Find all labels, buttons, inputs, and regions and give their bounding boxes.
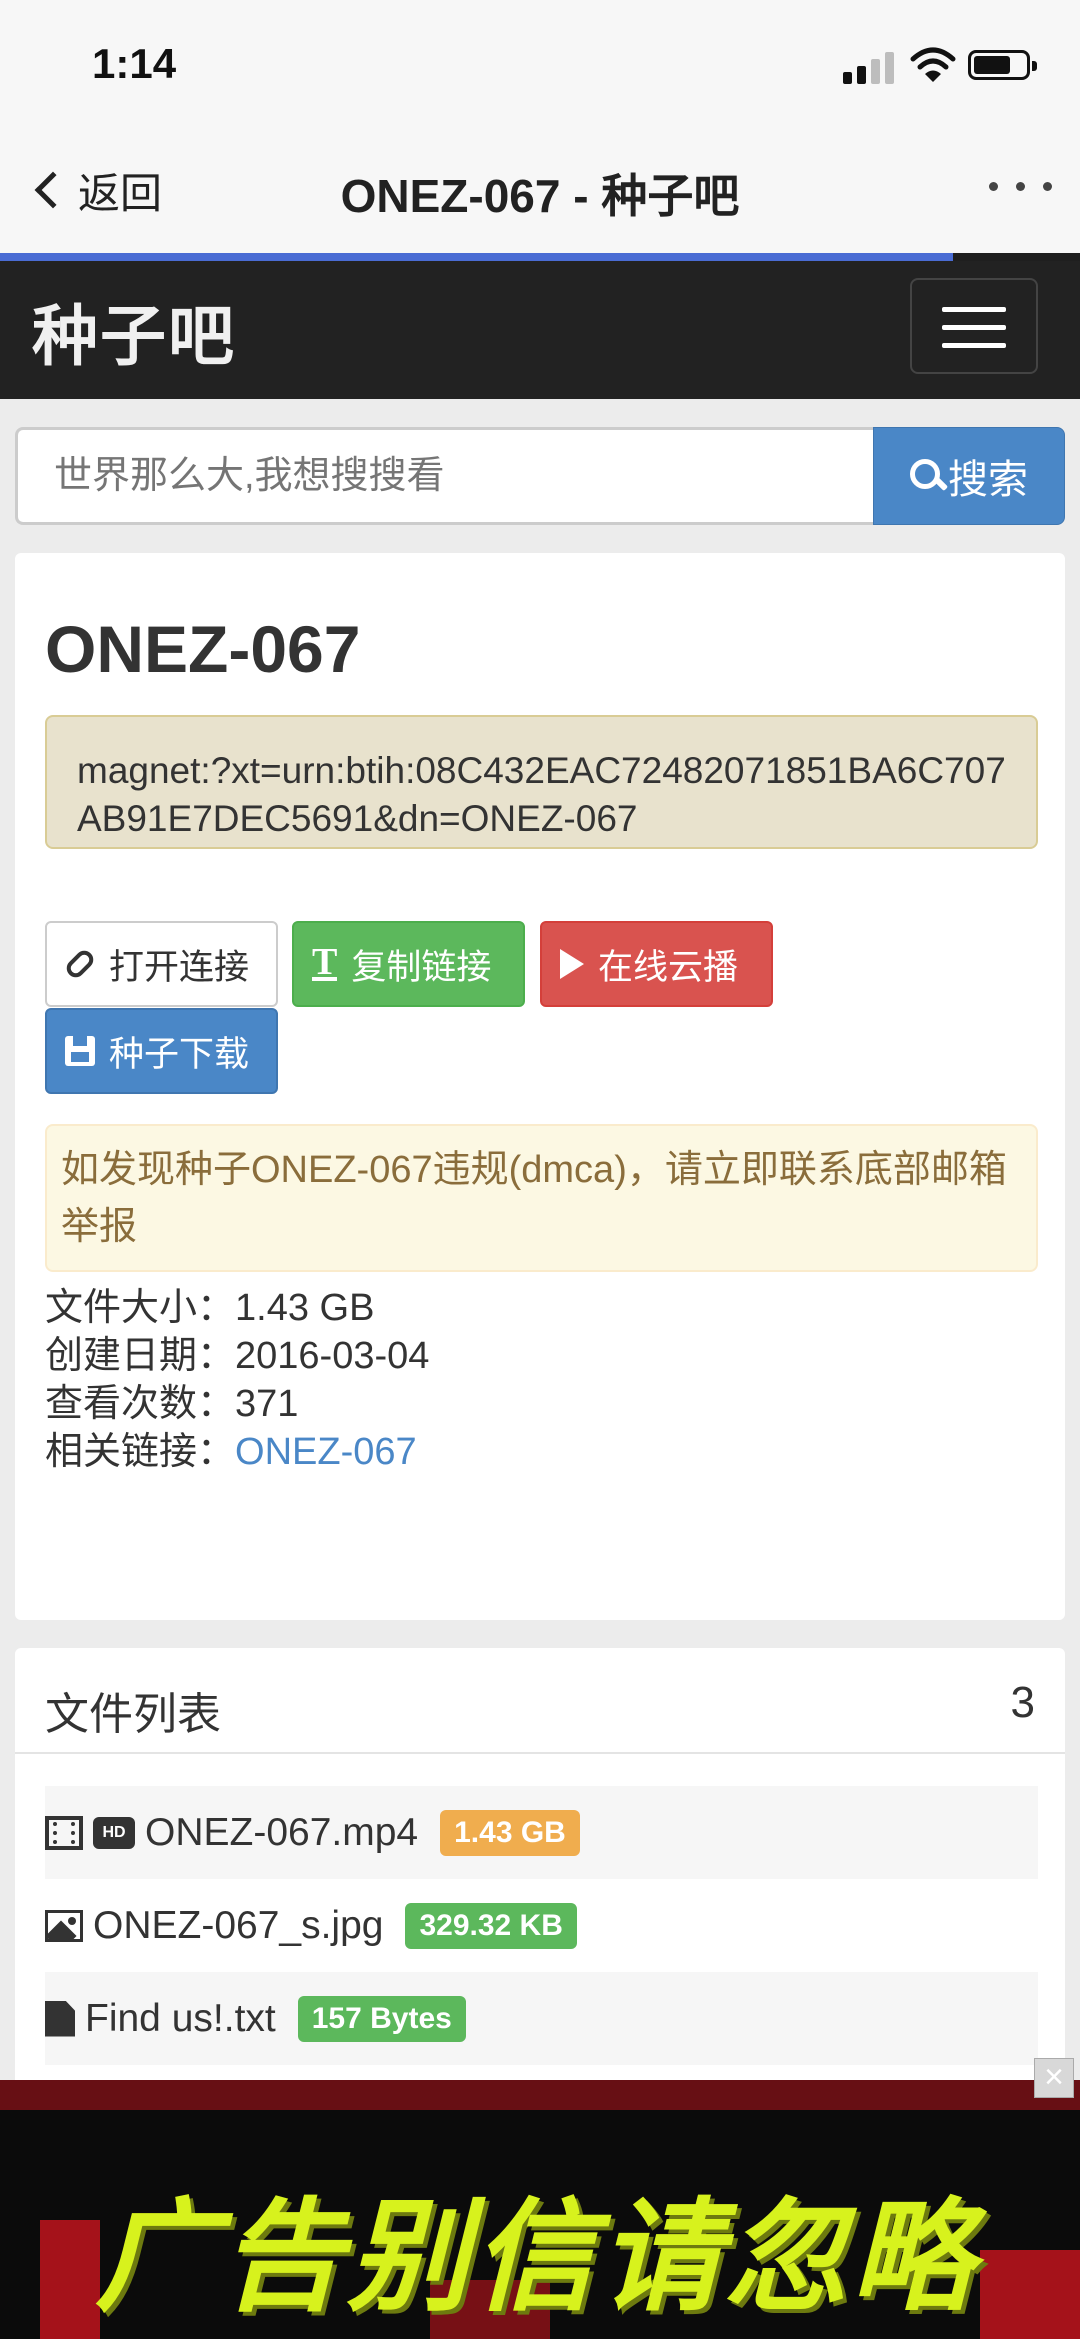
search-bar: 搜索 — [15, 427, 1065, 525]
related-link[interactable]: ONEZ-067 — [235, 1431, 417, 1473]
status-bar: 1:14 — [0, 0, 1080, 130]
copy-link-button[interactable]: T 复制链接 — [292, 921, 525, 1007]
file-name: ONEZ-067.mp4 — [145, 1810, 419, 1854]
play-icon — [560, 949, 584, 979]
file-list-panel: 文件列表 3 HD ONEZ-067.mp4 1.43 GB ONEZ-067_… — [15, 1648, 1065, 2108]
torrent-download-label: 种子下载 — [109, 1034, 250, 1074]
save-icon — [65, 1036, 95, 1066]
menu-toggle-button[interactable] — [910, 278, 1038, 374]
site-brand[interactable]: 种子吧 — [32, 283, 236, 379]
file-name: Find us!.txt — [85, 1996, 276, 2040]
file-name: ONEZ-067_s.jpg — [93, 1903, 384, 1947]
dmca-notice: 如发现种子ONEZ-067违规(dmca)，请立即联系底部邮箱举报 — [45, 1124, 1038, 1272]
file-size-badge: 157 Bytes — [297, 1995, 466, 2042]
file-count: 3 — [1010, 1678, 1035, 1727]
meta-value: 1.43 GB — [235, 1287, 375, 1329]
meta-label: 相关链接： — [45, 1431, 236, 1473]
search-input[interactable] — [15, 427, 873, 525]
torrent-title: ONEZ-067 — [45, 612, 361, 686]
more-options-button[interactable] — [989, 182, 1052, 191]
online-play-button[interactable]: 在线云播 — [540, 921, 773, 1007]
meta-created-date: 创建日期：2016-03-04 — [45, 1324, 429, 1379]
page-title: ONEZ-067 - 种子吧 — [340, 170, 740, 222]
wifi-icon — [910, 47, 956, 82]
torrent-detail-panel: ONEZ-067 magnet:?xt=urn:btih:08C432EAC72… — [15, 553, 1065, 1620]
online-play-label: 在线云播 — [598, 947, 739, 987]
page-load-progress — [0, 253, 1080, 261]
meta-label: 文件大小： — [45, 1287, 236, 1329]
status-time: 1:14 — [92, 40, 177, 87]
file-size-badge: 1.43 GB — [440, 1809, 580, 1856]
meta-related-link: 相关链接：ONEZ-067 — [45, 1420, 417, 1475]
meta-value: 371 — [235, 1383, 299, 1425]
meta-view-count: 查看次数：371 — [45, 1372, 298, 1427]
ad-banner[interactable]: 广告别信请忽略 — [0, 2080, 1080, 2339]
film-icon — [45, 1815, 83, 1850]
site-header: 种子吧 — [0, 261, 1080, 399]
ad-close-button[interactable]: × — [1034, 2058, 1074, 2098]
search-button[interactable]: 搜索 — [873, 427, 1065, 525]
image-icon — [45, 1909, 83, 1942]
file-row: HD ONEZ-067.mp4 1.43 GB — [45, 1786, 1038, 1879]
browser-nav-bar: 返回 ONEZ-067 - 种子吧 — [0, 130, 1080, 255]
link-icon — [63, 947, 97, 981]
text-cursor-icon: T — [312, 941, 338, 983]
meta-label: 创建日期： — [45, 1335, 236, 1377]
meta-value: 2016-03-04 — [235, 1335, 430, 1377]
search-button-label: 搜索 — [948, 458, 1028, 502]
signal-icon — [843, 50, 899, 84]
battery-icon — [968, 50, 1037, 80]
hd-icon: HD — [93, 1816, 135, 1849]
file-size-badge: 329.32 KB — [405, 1902, 577, 1949]
ad-text: 广告别信请忽略 — [95, 2189, 977, 2325]
open-link-label: 打开连接 — [109, 947, 250, 987]
file-icon — [45, 2000, 75, 2037]
file-row: ONEZ-067_s.jpg 329.32 KB — [45, 1879, 1038, 1972]
copy-link-label: 复制链接 — [351, 947, 492, 987]
file-list-title: 文件列表 — [45, 1690, 221, 1739]
magnet-link-box[interactable]: magnet:?xt=urn:btih:08C432EAC72482071851… — [45, 715, 1038, 849]
file-list-header: 文件列表 3 — [15, 1648, 1065, 1754]
torrent-download-button[interactable]: 种子下载 — [45, 1008, 278, 1094]
meta-label: 查看次数： — [45, 1383, 236, 1425]
meta-file-size: 文件大小：1.43 GB — [45, 1276, 374, 1331]
search-icon — [910, 459, 944, 493]
open-link-button[interactable]: 打开连接 — [45, 921, 278, 1007]
file-row: Find us!.txt 157 Bytes — [45, 1972, 1038, 2065]
